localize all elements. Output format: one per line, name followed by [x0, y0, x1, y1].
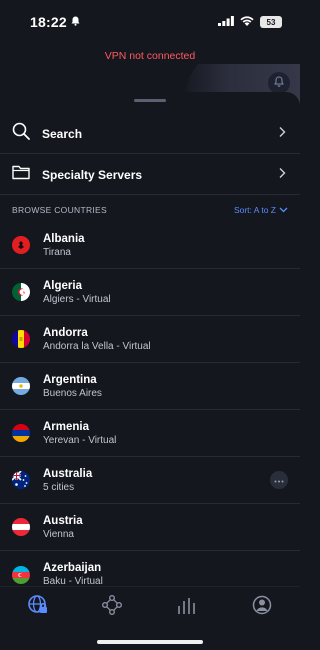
chevron-right-icon	[278, 125, 286, 143]
country-name: Austria	[43, 514, 83, 527]
tab-network[interactable]	[100, 594, 124, 621]
profile-icon	[251, 594, 273, 621]
andorra-flag-icon	[12, 330, 30, 348]
australia-flag-icon	[12, 471, 30, 489]
silent-bell-icon	[71, 16, 80, 29]
search-row[interactable]: Search	[0, 114, 300, 154]
country-cities: 5 cities	[43, 481, 75, 493]
status-time: 18:22	[30, 14, 67, 30]
country-cities: Algiers - Virtual	[43, 293, 111, 305]
tab-stats[interactable]	[175, 595, 199, 619]
stats-bars-icon	[176, 594, 198, 621]
browse-countries-header: BROWSE COUNTRIES Sort: A to Z	[12, 205, 288, 215]
chevron-right-icon	[278, 166, 286, 184]
country-name: Australia	[43, 467, 93, 480]
albania-flag-icon	[12, 236, 30, 254]
country-cities: Tirana	[43, 246, 71, 258]
country-row-australia[interactable]: Australia 5 cities	[0, 457, 300, 504]
country-row-andorra[interactable]: Andorra Andorra la Vella - Virtual	[0, 316, 300, 363]
signal-icon	[218, 13, 234, 31]
country-row-armenia[interactable]: Armenia Yerevan - Virtual	[0, 410, 300, 457]
network-nodes-icon	[101, 594, 123, 621]
globe-lock-icon	[27, 594, 49, 621]
specialty-servers-label: Specialty Servers	[42, 167, 143, 182]
country-name: Algeria	[43, 279, 82, 292]
bell-icon	[274, 74, 284, 92]
wifi-icon	[240, 13, 254, 31]
country-row-algeria[interactable]: Algeria Algiers - Virtual	[0, 269, 300, 316]
country-cities: Vienna	[43, 528, 74, 540]
country-row-argentina[interactable]: Argentina Buenos Aires	[0, 363, 300, 410]
status-bar: 18:22 53	[0, 0, 300, 44]
country-row-albania[interactable]: Albania Tirana	[0, 222, 300, 269]
country-row-austria[interactable]: Austria Vienna	[0, 504, 300, 551]
search-label: Search	[42, 126, 83, 141]
vpn-status-text: VPN not connected	[104, 50, 196, 62]
armenia-flag-icon	[12, 424, 30, 442]
country-name: Argentina	[43, 373, 97, 386]
search-icon	[12, 122, 30, 145]
tab-profile[interactable]	[250, 595, 274, 619]
home-indicator[interactable]	[97, 640, 203, 644]
country-list: Albania Tirana Algeria Algiers - Virtual…	[0, 222, 300, 598]
specialty-servers-row[interactable]: Specialty Servers	[0, 155, 300, 195]
algeria-flag-icon	[12, 283, 30, 301]
country-name: Andorra	[43, 326, 88, 339]
country-cities: Buenos Aires	[43, 387, 102, 399]
country-sheet: Search Specialty Servers BROWSE COUNTRIE…	[0, 92, 300, 587]
tab-vpn[interactable]	[26, 594, 50, 621]
sort-label: Sort: A to Z	[233, 205, 276, 215]
battery-indicator: 53	[260, 16, 282, 28]
azerbaijan-flag-icon	[12, 565, 30, 584]
argentina-flag-icon	[12, 377, 30, 395]
country-cities: Yerevan - Virtual	[43, 434, 117, 446]
country-name: Albania	[43, 232, 85, 245]
austria-flag-icon	[12, 518, 30, 536]
ellipsis-icon	[274, 475, 284, 485]
country-name: Armenia	[43, 420, 90, 433]
country-name: Azerbaijan	[43, 562, 102, 574]
chevron-down-icon	[279, 205, 288, 215]
notifications-button[interactable]	[268, 72, 290, 94]
country-cities: Andorra la Vella - Virtual	[43, 340, 151, 352]
section-title: BROWSE COUNTRIES	[12, 205, 108, 215]
sheet-drag-handle[interactable]	[134, 99, 166, 102]
sort-button[interactable]: Sort: A to Z	[234, 205, 288, 215]
more-options-button[interactable]	[270, 471, 288, 489]
folder-icon	[12, 164, 30, 185]
